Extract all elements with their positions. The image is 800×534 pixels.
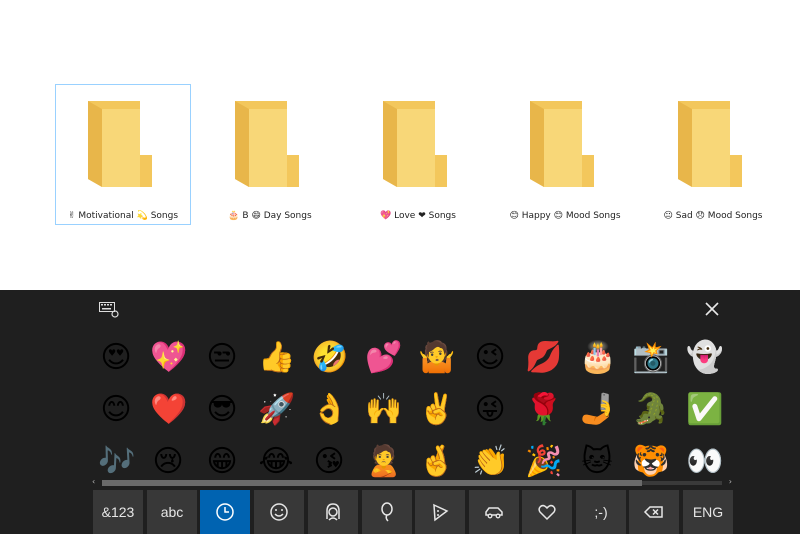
- emoji-key[interactable]: 🐯: [632, 444, 669, 480]
- emoji-key[interactable]: 👏: [472, 444, 509, 480]
- key-label: ;-): [594, 504, 608, 520]
- folder-icon: [383, 101, 447, 187]
- abc-key[interactable]: abc: [147, 490, 197, 534]
- celebration-tab[interactable]: [362, 490, 412, 534]
- emoji-key[interactable]: 😁: [204, 444, 240, 480]
- people-tab[interactable]: [308, 490, 358, 534]
- key-label: abc: [160, 504, 184, 520]
- emoji-key[interactable]: 😍: [98, 340, 134, 376]
- folder-label: 🎂 B 😄 Day Songs: [228, 211, 312, 221]
- close-icon[interactable]: [702, 299, 722, 319]
- car-icon: [483, 501, 505, 523]
- balloon-icon: [376, 501, 398, 523]
- smileys-tab[interactable]: [254, 490, 304, 534]
- pizza-icon: [429, 501, 451, 523]
- folder-motivational-songs[interactable]: ✌ Motivational 💫 Songs: [55, 84, 191, 225]
- emoticons-tab[interactable]: ;-): [576, 490, 626, 534]
- folder-icon: [88, 101, 152, 187]
- folder-sad-mood-songs[interactable]: 😐 Sad 😞 Mood Songs: [645, 84, 781, 225]
- folder-icon: [678, 101, 742, 187]
- emoji-key[interactable]: ✌️: [418, 392, 455, 428]
- emoji-key[interactable]: 🎶: [98, 444, 135, 480]
- backspace-icon: [643, 501, 665, 523]
- folder-bday-songs[interactable]: 🎂 B 😄 Day Songs: [202, 84, 338, 225]
- emoji-key[interactable]: 🌹: [525, 392, 562, 428]
- emoji-key[interactable]: 😎: [204, 392, 240, 428]
- emoji-key[interactable]: 💋: [525, 340, 562, 376]
- person-icon: [322, 501, 344, 523]
- emoji-key[interactable]: 🎂: [579, 340, 616, 376]
- emoji-key[interactable]: 😜: [472, 392, 508, 428]
- emoji-key[interactable]: 📸: [632, 340, 669, 376]
- emoji-key[interactable]: 🎉: [525, 444, 562, 480]
- emoji-key[interactable]: 😢: [150, 444, 186, 480]
- emoji-key[interactable]: 😉: [472, 340, 508, 376]
- emoji-key[interactable]: 😂: [258, 444, 294, 480]
- folder-happy-mood-songs[interactable]: 😊 Happy 😊 Mood Songs: [497, 84, 633, 225]
- emoji-key[interactable]: 💕: [365, 340, 402, 376]
- emoji-key[interactable]: 🤳: [579, 392, 616, 428]
- recent-emoji-tab[interactable]: [200, 490, 250, 534]
- clock-icon: [214, 501, 236, 523]
- file-explorer-view: ✌ Motivational 💫 Songs 🎂 B 😄 Day Songs 💖…: [0, 0, 800, 290]
- emoji-scrollbar[interactable]: ‹ ›: [92, 477, 732, 487]
- folder-label: 😐 Sad 😞 Mood Songs: [663, 211, 763, 221]
- backspace-key[interactable]: [629, 490, 679, 534]
- key-label: ENG: [692, 504, 724, 520]
- folder-label: 💖 Love ❤ Songs: [380, 211, 456, 221]
- emoji-key[interactable]: 😘: [311, 444, 347, 480]
- emoji-key[interactable]: 🙌: [365, 392, 402, 428]
- food-tab[interactable]: [415, 490, 465, 534]
- folder-label: ✌ Motivational 💫 Songs: [67, 211, 179, 221]
- folder-icon: [530, 101, 594, 187]
- keyboard-settings-icon[interactable]: [99, 302, 119, 318]
- emoji-key[interactable]: 🐱: [579, 444, 615, 480]
- travel-tab[interactable]: [469, 490, 519, 534]
- key-label: &123: [101, 504, 135, 520]
- emoji-key[interactable]: ❤️: [150, 392, 187, 428]
- emoji-key[interactable]: 🚀: [258, 392, 295, 428]
- emoji-key[interactable]: 🐊: [632, 392, 669, 428]
- emoji-key[interactable]: 🤣: [311, 340, 348, 376]
- scrollbar-thumb[interactable]: [102, 480, 642, 486]
- scroll-left-arrow-icon[interactable]: ‹: [92, 477, 95, 486]
- scroll-right-arrow-icon[interactable]: ›: [729, 477, 732, 486]
- emoji-key[interactable]: 🤷: [418, 340, 455, 376]
- folder-label: 😊 Happy 😊 Mood Songs: [509, 211, 621, 221]
- touch-keyboard-emoji-panel: 😍 💖 😒 👍 🤣 💕 🤷 😉 💋 🎂 📸 👻 😊 ❤️ 😎 🚀 👌 🙌 ✌️ 😜 🌹 🤳 🐊 ✅ 🎶 😢 😁 😂 😘 🙎 🤞 👏 🎉 🐱 🐯 👀 ‹…: [0, 290, 800, 534]
- emoji-key[interactable]: 👀: [686, 444, 723, 480]
- emoji-key[interactable]: 😒: [204, 340, 240, 376]
- emoji-key[interactable]: 👻: [686, 340, 723, 376]
- language-key[interactable]: ENG: [683, 490, 733, 534]
- folder-love-songs[interactable]: 💖 Love ❤ Songs: [350, 84, 486, 225]
- emoji-key[interactable]: 🙎: [365, 444, 402, 480]
- emoji-key[interactable]: 👌: [311, 392, 348, 428]
- emoji-key[interactable]: 🤞: [418, 444, 455, 480]
- emoji-key[interactable]: ✅: [686, 392, 723, 428]
- emoji-key[interactable]: 👍: [258, 340, 295, 376]
- emoji-key[interactable]: 💖: [150, 340, 187, 376]
- symbols-key[interactable]: &123: [93, 490, 143, 534]
- smiley-icon: [268, 501, 290, 523]
- emoji-key[interactable]: 😊: [98, 392, 134, 428]
- heart-icon: [536, 501, 558, 523]
- folder-icon: [235, 101, 299, 187]
- hearts-tab[interactable]: [522, 490, 572, 534]
